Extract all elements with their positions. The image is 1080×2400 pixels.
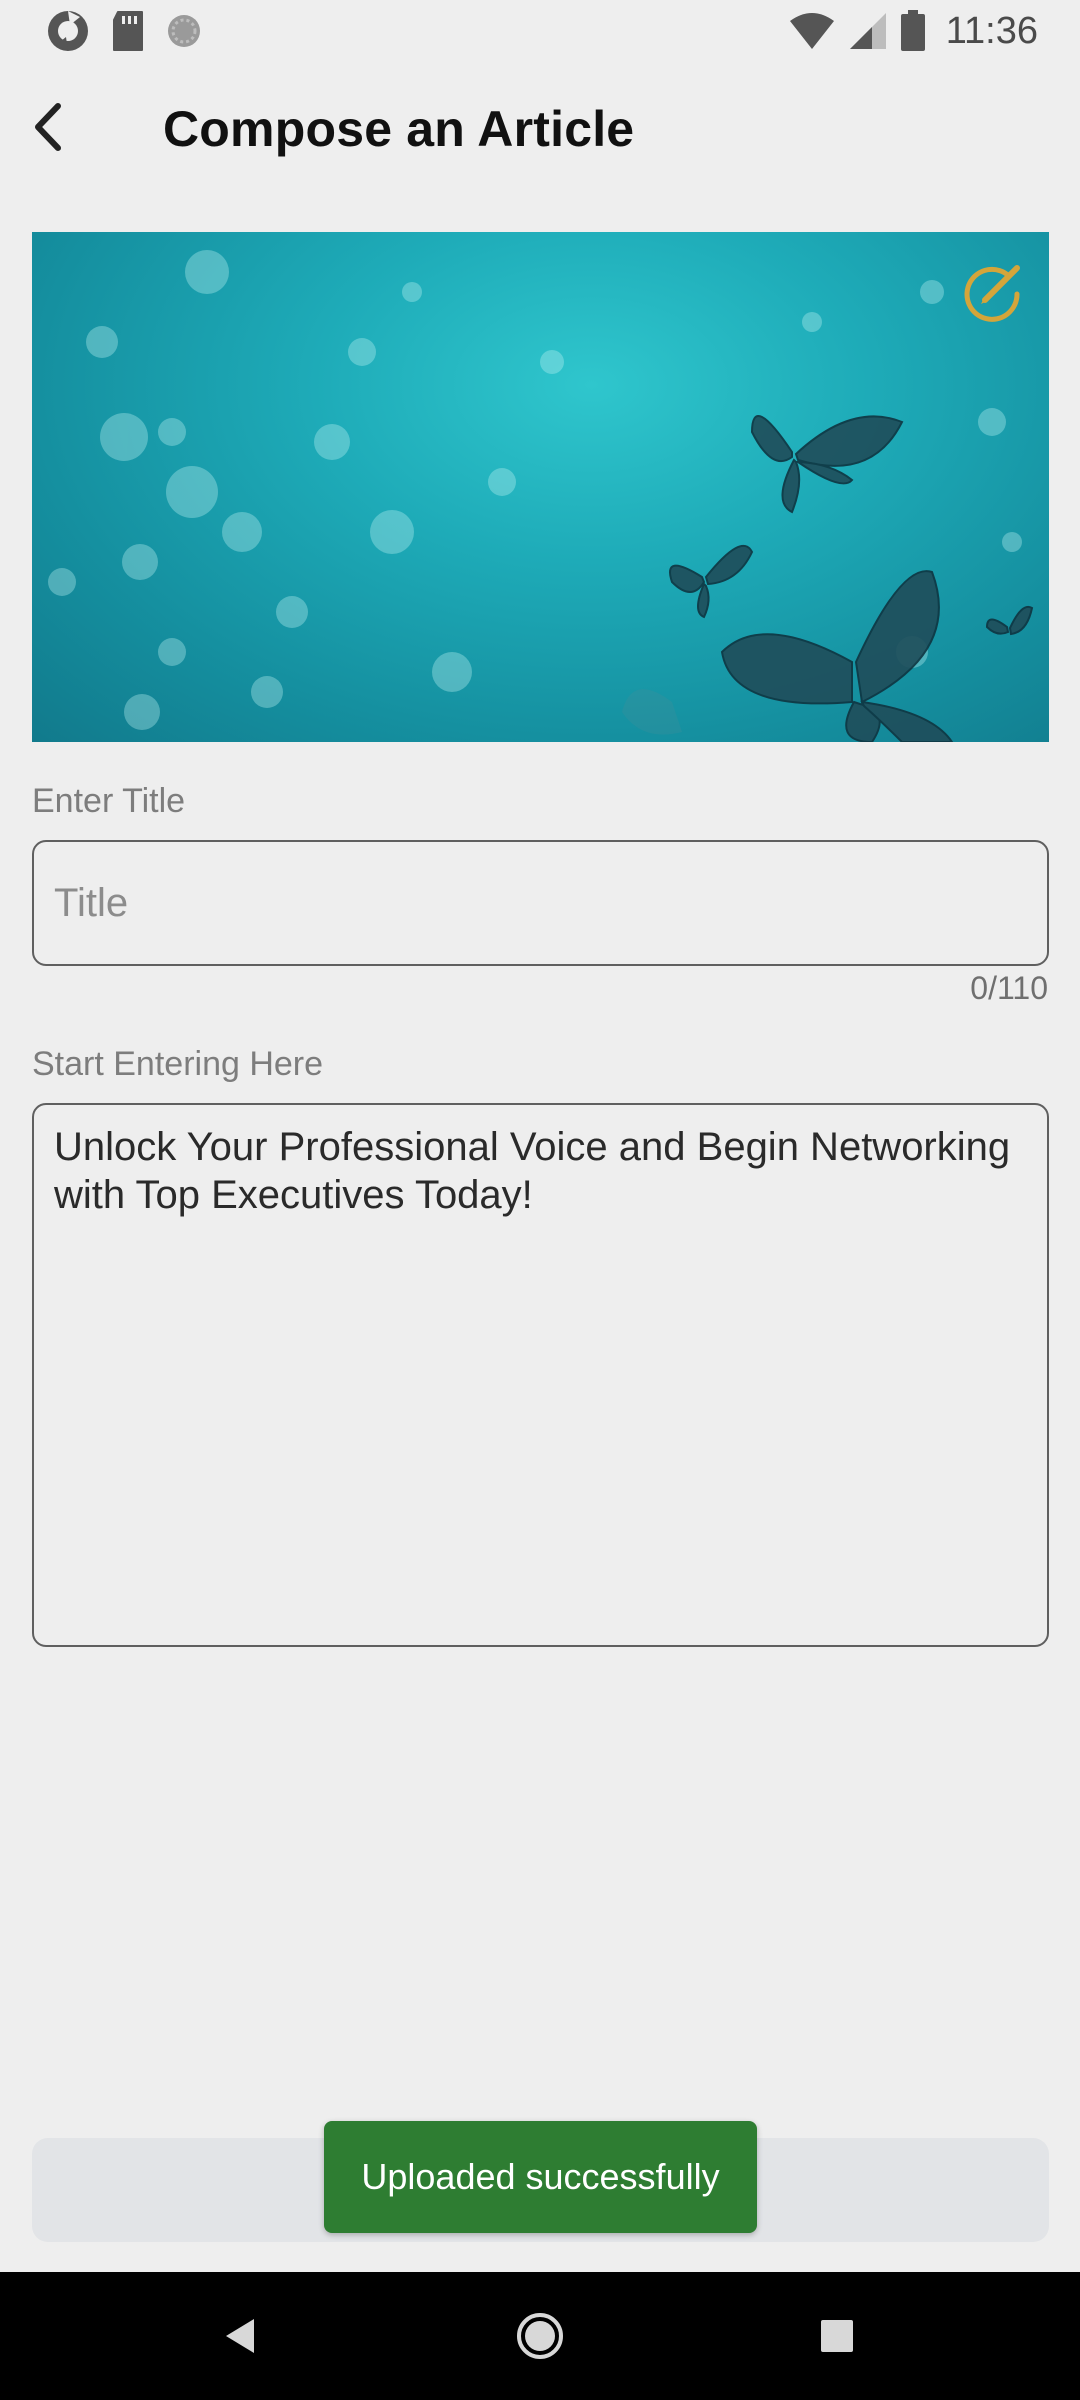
status-right-icons: 11:36 [788, 8, 1038, 54]
loading-circle-icon [168, 15, 200, 47]
back-button[interactable] [18, 92, 78, 162]
nav-recents-button[interactable] [777, 2272, 897, 2400]
chevron-left-icon [35, 103, 61, 151]
status-bar: 11:36 [0, 0, 1080, 62]
sync-app-icon [48, 11, 88, 51]
title-char-counter: 0/110 [970, 970, 1048, 1006]
nav-back-triangle-icon [226, 2319, 254, 2353]
status-time: 11:36 [945, 9, 1038, 52]
butterflies-teal-cover-image [48, 250, 1034, 742]
article-body-input[interactable]: Unlock Your Professional Voice and Begin… [32, 1103, 1049, 1647]
wifi-icon [789, 13, 834, 49]
upload-success-toast: Uploaded successfully [324, 2121, 757, 2233]
compose-article-screen: 11:36 Compose an Article Enter Title Tit… [0, 0, 1080, 2400]
cover-image[interactable] [32, 232, 1049, 742]
nav-home-button[interactable] [480, 2272, 600, 2400]
edit-pencil-circle-icon [964, 265, 1020, 322]
cell-signal-icon [849, 13, 886, 49]
system-nav-bar [0, 2272, 1080, 2400]
page-title: Compose an Article [163, 101, 635, 157]
battery-icon [900, 10, 925, 51]
nav-back-button[interactable] [180, 2272, 300, 2400]
nav-recents-square-icon [821, 2320, 853, 2352]
body-field-label: Start Entering Here [32, 1045, 324, 1083]
title-input[interactable] [32, 840, 1049, 966]
nav-home-circle-icon [517, 2313, 563, 2359]
app-bar: Compose an Article [0, 62, 1080, 202]
title-field-label: Enter Title [32, 782, 186, 820]
status-left-icons [44, 8, 204, 54]
edit-cover-button[interactable] [957, 256, 1027, 326]
sd-card-icon [113, 11, 143, 51]
